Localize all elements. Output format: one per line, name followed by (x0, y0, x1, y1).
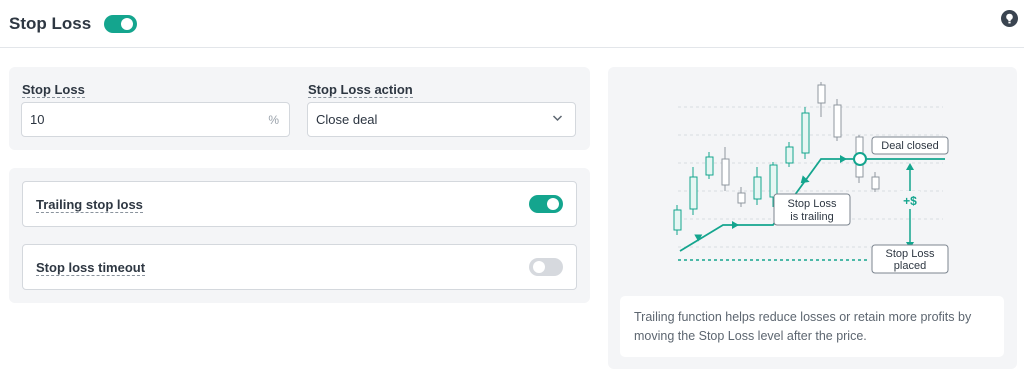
page-header: Stop Loss (0, 0, 1024, 48)
stop-loss-action-value: Close deal (316, 112, 378, 127)
stop-loss-label: Stop Loss (22, 82, 85, 98)
trailing-stop-loss-toggle[interactable] (529, 195, 563, 213)
stop-loss-timeout-label: Stop loss timeout (36, 260, 146, 276)
trailing-stop-loss-row: Trailing stop loss (22, 181, 577, 227)
placed-label-line2: placed (894, 260, 926, 272)
profit-label: +$ (903, 194, 917, 208)
trailing-stop-loss-label: Trailing stop loss (36, 197, 143, 213)
percent-unit: % (268, 112, 279, 127)
page-title: Stop Loss (9, 13, 92, 33)
stop-loss-action-label: Stop Loss action (308, 82, 413, 98)
trailing-label-line1: Stop Loss (788, 198, 837, 210)
stop-loss-input[interactable]: 10 % (21, 102, 290, 137)
stop-loss-action-select[interactable]: Close deal (307, 102, 576, 137)
stop-loss-timeout-row: Stop loss timeout (22, 244, 577, 290)
stop-loss-enable-toggle[interactable] (104, 14, 138, 33)
info-icon[interactable] (1001, 10, 1018, 27)
chevron-down-icon (552, 115, 563, 122)
trailing-stop-chart: +$ Deal closed Stop Loss is trailing Sto… (673, 82, 949, 274)
deal-closed-label: Deal closed (881, 140, 938, 152)
stop-loss-value: 10 (30, 112, 45, 127)
stop-loss-timeout-toggle[interactable] (529, 258, 563, 276)
trailing-label-line2: is trailing (790, 211, 833, 223)
placed-label-line1: Stop Loss (886, 248, 935, 260)
trailing-description: Trailing function helps reduce losses or… (620, 296, 1004, 357)
